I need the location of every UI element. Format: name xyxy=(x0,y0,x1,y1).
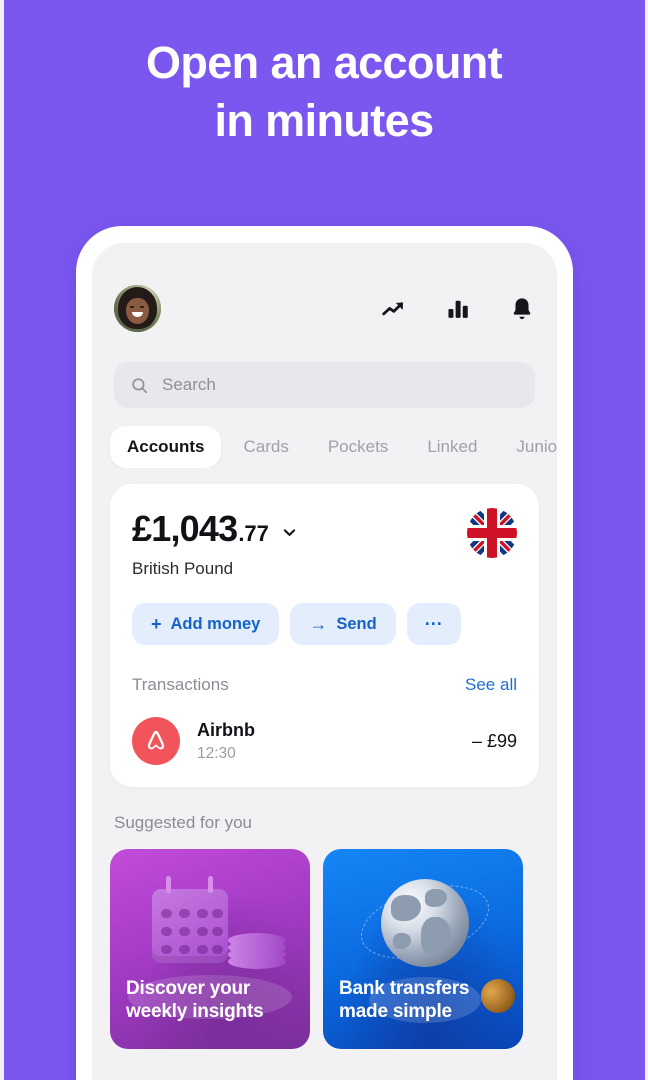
see-all-link[interactable]: See all xyxy=(465,675,517,695)
phone-mockup: Search Accounts Cards Pockets Linked Jun… xyxy=(76,226,573,1080)
suggested-title: Suggested for you xyxy=(114,813,252,832)
header-icon-group xyxy=(381,296,535,322)
tab-accounts[interactable]: Accounts xyxy=(110,426,222,468)
plus-icon: + xyxy=(151,614,162,634)
balance-amount[interactable]: £1,043 .77 xyxy=(132,508,298,550)
suggested-cards: Discover your weekly insights Bank trans… xyxy=(110,849,557,1049)
account-tabs: Accounts Cards Pockets Linked Junior xyxy=(92,426,557,468)
suggested-card-transfers[interactable]: Bank transfers made simple xyxy=(323,849,523,1049)
balance-main: £1,043 xyxy=(132,508,238,549)
coins-illustration xyxy=(228,933,286,969)
transaction-amount: – £99 xyxy=(471,730,517,751)
arrow-right-icon: → xyxy=(309,614,328,634)
hero-headline: Open an account in minutes xyxy=(0,34,648,149)
transaction-time: 12:30 xyxy=(197,744,236,762)
transfers-title-line-1: Bank transfers xyxy=(339,978,470,999)
tab-junior[interactable]: Junior xyxy=(499,426,557,468)
send-button[interactable]: → Send xyxy=(290,603,396,645)
avatar[interactable] xyxy=(114,285,161,332)
transfers-title-line-2: made simple xyxy=(339,1001,452,1023)
headline-line-2: in minutes xyxy=(214,94,434,146)
ellipsis-icon: ··· xyxy=(424,614,443,634)
transactions-header: Transactions See all xyxy=(132,675,517,695)
headline-line-1: Open an account xyxy=(145,37,503,88)
add-money-button[interactable]: + Add money xyxy=(132,603,280,645)
balance-row: £1,043 .77 British Pound xyxy=(132,508,517,579)
balance-block: £1,043 .77 British Pound xyxy=(132,508,298,579)
tab-linked[interactable]: Linked xyxy=(410,426,494,468)
account-card: £1,043 .77 British Pound + Add money → S… xyxy=(110,484,539,787)
tab-pockets[interactable]: Pockets xyxy=(311,426,405,468)
uk-flag-icon xyxy=(467,508,517,558)
phone-screen: Search Accounts Cards Pockets Linked Jun… xyxy=(92,243,557,1080)
insights-title-line-1: Discover your xyxy=(126,978,251,999)
promo-stage: Open an account in minutes Search Accoun… xyxy=(0,0,648,1080)
add-money-label: Add money xyxy=(170,614,261,633)
chevron-down-icon[interactable] xyxy=(281,524,298,541)
left-edge-strip xyxy=(0,0,4,1080)
bar-chart-icon[interactable] xyxy=(445,296,471,322)
trending-up-icon[interactable] xyxy=(381,296,407,322)
send-label: Send xyxy=(336,614,377,633)
currency-name: British Pound xyxy=(132,559,234,578)
app-header xyxy=(92,243,557,332)
more-actions-button[interactable]: ··· xyxy=(406,603,461,645)
calendar-illustration xyxy=(152,876,228,963)
search-input[interactable]: Search xyxy=(114,362,535,408)
balance-cents: .77 xyxy=(238,521,269,546)
bell-icon[interactable] xyxy=(509,296,535,322)
avatar-eye-right xyxy=(140,306,144,308)
suggested-card-insights[interactable]: Discover your weekly insights xyxy=(110,849,310,1049)
suggested-card-transfers-label: Bank transfers made simple xyxy=(339,977,513,1023)
transaction-merchant: Airbnb xyxy=(197,719,255,740)
insights-title-line-2: weekly insights xyxy=(126,1001,264,1023)
transaction-row[interactable]: Airbnb 12:30 – £99 xyxy=(132,717,517,765)
search-placeholder: Search xyxy=(162,375,216,394)
transaction-details: Airbnb 12:30 xyxy=(197,720,455,763)
account-actions: + Add money → Send ··· xyxy=(132,603,517,645)
airbnb-icon xyxy=(132,717,180,765)
search-icon xyxy=(132,377,148,393)
suggested-card-insights-label: Discover your weekly insights xyxy=(126,977,300,1023)
globe-illustration xyxy=(381,879,469,967)
avatar-face xyxy=(126,298,149,324)
tab-cards[interactable]: Cards xyxy=(226,426,305,468)
avatar-eye-left xyxy=(130,306,134,308)
transactions-title: Transactions xyxy=(132,675,229,694)
